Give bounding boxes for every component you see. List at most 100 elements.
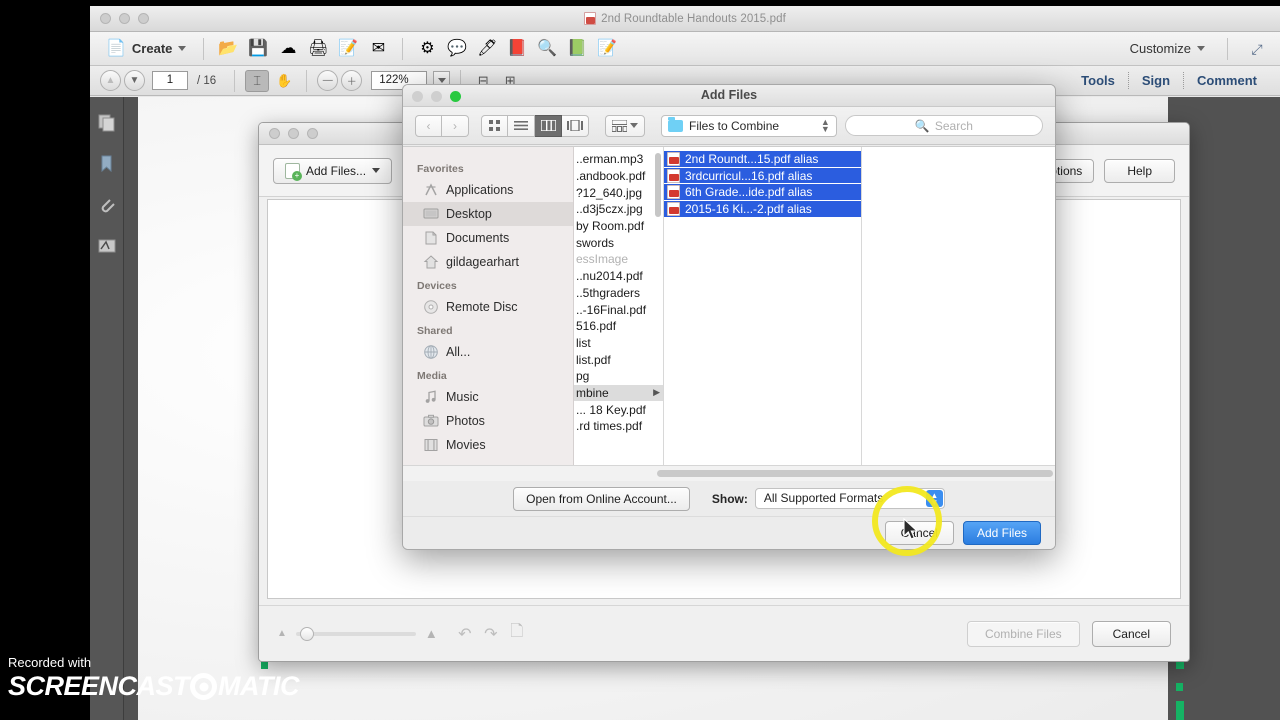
file-list-item[interactable]: .andbook.pdf xyxy=(574,168,663,185)
combine-zoom-button[interactable] xyxy=(307,128,318,139)
add-files-cancel-button[interactable]: Cancel xyxy=(884,521,954,545)
sign-link[interactable]: Sign xyxy=(1129,73,1183,88)
sidebar-item-music[interactable]: Music xyxy=(403,385,573,409)
list-view-button[interactable] xyxy=(508,114,535,137)
file-list-item[interactable]: ..d3j5czx.jpg xyxy=(574,201,663,218)
comment-icon[interactable]: 💬 xyxy=(444,37,470,61)
undo-icon[interactable]: ↶ xyxy=(452,623,478,645)
combine-cancel-button[interactable]: Cancel xyxy=(1091,620,1171,647)
help-button[interactable]: Help xyxy=(1104,158,1175,183)
combine-close-button[interactable] xyxy=(269,128,280,139)
customize-button[interactable]: Customize xyxy=(1124,39,1211,58)
icon-view-button[interactable] xyxy=(481,114,508,137)
sidebar-item-desktop[interactable]: Desktop xyxy=(403,202,573,226)
zoom-out-button[interactable]: — xyxy=(317,70,339,91)
cloud-upload-icon[interactable]: ☁ xyxy=(275,37,301,61)
remove-file-icon[interactable]: 🗋 xyxy=(504,623,530,645)
coverflow-view-button[interactable] xyxy=(562,114,589,137)
sidebar-item-remote-disc[interactable]: Remote Disc xyxy=(403,295,573,319)
add-files-bottom-bar: Open from Online Account... Show: All Su… xyxy=(403,481,1055,549)
sidebar-item-label: Desktop xyxy=(446,207,492,221)
home-icon xyxy=(423,254,439,270)
fullscreen-icon[interactable]: ⤢ xyxy=(1244,37,1270,61)
music-icon xyxy=(423,389,439,405)
slider-handle[interactable] xyxy=(299,626,314,641)
next-page-button[interactable]: ▼ xyxy=(124,70,145,91)
selected-file-row[interactable]: 2nd Roundt...15.pdf alias xyxy=(664,151,861,168)
add-files-dropdown-button[interactable]: + Add Files... xyxy=(273,157,393,184)
bookmarks-icon[interactable] xyxy=(97,154,117,174)
file-list-item[interactable]: by Room.pdf xyxy=(574,218,663,235)
thumbnail-size-slider[interactable] xyxy=(295,626,416,641)
edit-doc-icon[interactable]: 📝 xyxy=(594,37,620,61)
sidebar-item-all[interactable]: All... xyxy=(403,340,573,364)
combine-traffic-lights[interactable] xyxy=(269,128,318,139)
select-tool-button[interactable]: ⌶ xyxy=(245,69,270,92)
delete-page-icon[interactable]: 📕 xyxy=(504,37,530,61)
scrollbar-thumb[interactable] xyxy=(657,470,1053,477)
sign-doc-icon[interactable]: 📝 xyxy=(335,37,361,61)
combine-minimize-button[interactable] xyxy=(288,128,299,139)
back-button[interactable]: ‹ xyxy=(415,114,442,137)
file-name-column[interactable]: ..erman.mp3 .andbook.pdf ?12_640.jpg ..d3j5… xyxy=(574,147,664,465)
thumbnail-size-small-icon: ▲ xyxy=(277,628,287,639)
file-name-label: ..5thgraders xyxy=(576,285,641,300)
file-column-scrollbar[interactable] xyxy=(655,153,661,217)
save-icon[interactable]: 💾 xyxy=(245,37,271,61)
email-icon[interactable]: ✉ xyxy=(365,37,391,61)
open-file-icon[interactable]: 📂 xyxy=(215,37,241,61)
sidebar-item-gildagearhart[interactable]: gildagearhart xyxy=(403,250,573,274)
format-filter-select[interactable]: All Supported Formats ▲ ▼ xyxy=(754,488,945,509)
add-files-confirm-button[interactable]: Add Files xyxy=(962,521,1041,545)
inspect-icon[interactable]: 🔍 xyxy=(534,37,560,61)
attachments-icon[interactable] xyxy=(97,195,117,215)
path-popup-button[interactable]: Files to Combine ▲ ▼ xyxy=(661,114,837,137)
settings-icon[interactable]: ⚙ xyxy=(414,37,440,61)
page-number-input[interactable]: 1 xyxy=(152,71,188,90)
redo-icon[interactable]: ↷ xyxy=(478,623,504,645)
file-list-item[interactable]: ..erman.mp3 xyxy=(574,151,663,168)
selected-file-row[interactable]: 2015-16 Ki...-2.pdf alias xyxy=(664,201,861,218)
columns-horizontal-scrollbar[interactable] xyxy=(403,465,1055,481)
column-view-button[interactable] xyxy=(535,114,562,137)
file-list-item[interactable]: ... 18 Key.pdf xyxy=(574,401,663,418)
sidebar-item-applications[interactable]: Applications xyxy=(403,178,573,202)
open-online-account-button[interactable]: Open from Online Account... xyxy=(513,486,690,511)
search-input[interactable]: 🔍 Search xyxy=(844,115,1043,136)
print-icon[interactable]: 🖨 xyxy=(305,37,331,61)
file-list-item[interactable]: pg xyxy=(574,368,663,385)
page-thumbnails-icon[interactable] xyxy=(97,113,117,133)
file-list-item[interactable]: ?12_640.jpg xyxy=(574,184,663,201)
file-list-item[interactable]: list xyxy=(574,335,663,352)
toolbar-divider-3 xyxy=(1227,37,1228,60)
acrobat-task-links: Tools Sign Comment xyxy=(1068,72,1270,89)
forward-button[interactable]: › xyxy=(442,114,469,137)
sidebar-item-photos[interactable]: Photos xyxy=(403,409,573,433)
selected-file-row[interactable]: 3rdcurricul...16.pdf alias xyxy=(664,167,861,185)
sidebar-item-movies[interactable]: Movies xyxy=(403,433,573,457)
file-list-item[interactable]: ..5thgraders xyxy=(574,285,663,302)
hand-tool-button[interactable]: ✋ xyxy=(272,70,296,92)
export-icon[interactable]: 📗 xyxy=(564,37,590,61)
signatures-icon[interactable] xyxy=(97,236,117,256)
file-list-item[interactable]: 516.pdf xyxy=(574,318,663,335)
file-list-item[interactable]: .rd times.pdf xyxy=(574,418,663,435)
highlight-icon[interactable]: 🖊 xyxy=(474,37,500,61)
create-button[interactable]: 📄 Create xyxy=(100,39,192,59)
file-list-item[interactable]: ..nu2014.pdf xyxy=(574,268,663,285)
file-list-item[interactable]: essImage xyxy=(574,251,663,268)
combine-files-button[interactable]: Combine Files xyxy=(966,620,1080,647)
selected-file-row[interactable]: 6th Grade...ide.pdf alias xyxy=(664,184,861,202)
action-menu-button[interactable] xyxy=(605,114,645,137)
tools-link[interactable]: Tools xyxy=(1068,73,1128,88)
sidebar-item-documents[interactable]: Documents xyxy=(403,226,573,250)
file-list-item[interactable]: mbine ▶ xyxy=(574,384,663,402)
zoom-in-button[interactable]: ＋ xyxy=(341,70,363,91)
file-list-item[interactable]: list.pdf xyxy=(574,351,663,368)
file-list-item[interactable]: ..-16Final.pdf xyxy=(574,301,663,318)
selected-file-column[interactable]: 2nd Roundt...15.pdf alias 3rdcurricul...1… xyxy=(664,147,862,465)
create-label: Create xyxy=(131,41,173,56)
comment-link[interactable]: Comment xyxy=(1184,73,1270,88)
file-list-item[interactable]: swords xyxy=(574,234,663,251)
previous-page-button[interactable]: ▲ xyxy=(100,70,121,91)
